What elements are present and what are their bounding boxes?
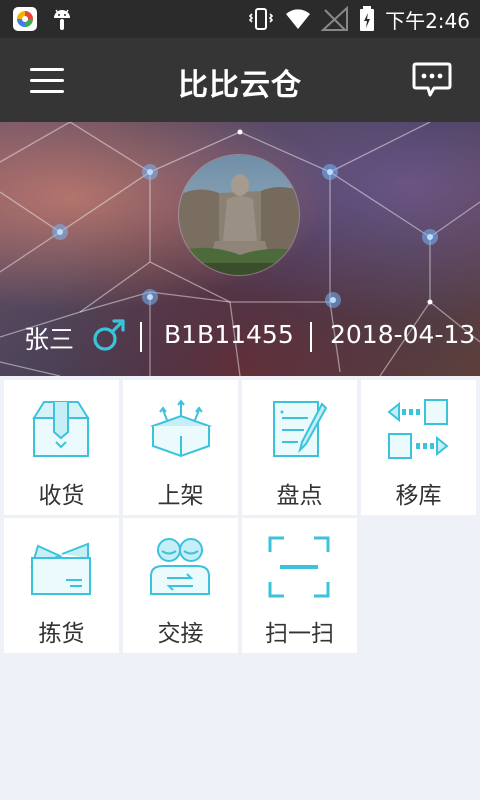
user-info-row: 张三 B1B11455 2018-04-13 (0, 318, 480, 354)
tile-handover[interactable]: 交接 (123, 518, 238, 653)
inventory-list-icon (273, 401, 328, 457)
divider (140, 322, 142, 352)
tile-label: 交接 (157, 621, 204, 647)
battery-icon (360, 6, 375, 31)
android-icon (54, 9, 70, 30)
user-code: B1B11455 (164, 320, 294, 349)
divider (310, 322, 312, 352)
shelving-box-icon (150, 399, 212, 458)
tile-picking[interactable]: 拣货 (4, 518, 119, 653)
tile-transfer[interactable]: 移库 (361, 380, 476, 515)
transfer-icon (387, 399, 449, 459)
tile-label: 收货 (38, 483, 85, 509)
tile-scan[interactable]: 扫一扫 (242, 518, 357, 653)
user-date: 2018-04-13 (330, 320, 476, 349)
app-bar: 比比云仓 (0, 38, 480, 122)
avatar[interactable] (178, 154, 300, 276)
signal-icon (321, 6, 349, 31)
user-name: 张三 (24, 325, 75, 354)
profile-banner: 张三 B1B11455 2018-04-13 (0, 122, 480, 376)
wifi-icon (286, 9, 311, 29)
message-icon[interactable] (412, 62, 452, 98)
tile-receive[interactable]: 收货 (4, 380, 119, 515)
tile-label: 移库 (395, 483, 442, 509)
tile-label: 上架 (157, 483, 204, 509)
scan-icon (268, 536, 330, 598)
tile-label: 扫一扫 (265, 621, 334, 647)
tile-label: 盘点 (276, 483, 323, 509)
vibrate-icon (248, 8, 274, 30)
handover-icon (150, 538, 210, 595)
status-bar: 下午2:46 (0, 0, 480, 38)
tile-shelving[interactable]: 上架 (123, 380, 238, 515)
picking-box-icon (30, 542, 91, 595)
male-icon (93, 319, 125, 351)
app-launcher-icon (13, 7, 37, 31)
tile-inventory[interactable]: 盘点 (242, 380, 357, 515)
receive-box-icon (32, 401, 90, 457)
avatar-image (179, 155, 299, 275)
tile-label: 拣货 (38, 621, 85, 647)
status-time: 下午2:46 (385, 8, 470, 33)
page-title: 比比云仓 (178, 68, 302, 103)
